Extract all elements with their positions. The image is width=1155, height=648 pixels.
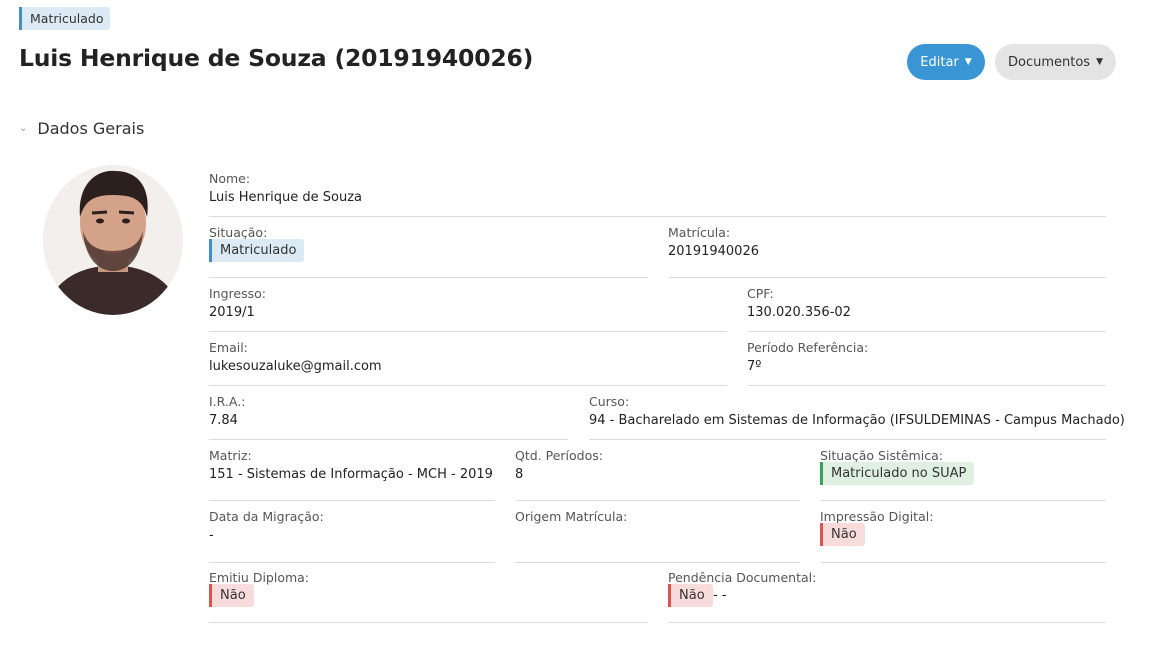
field-value: - -	[713, 588, 727, 603]
field-email: Email: lukesouzaluke@gmail.com	[209, 340, 727, 386]
status-tag: Matriculado	[19, 7, 111, 30]
field-label: I.R.A.:	[209, 394, 246, 409]
field-label: Email:	[209, 340, 248, 355]
field-label: Curso:	[589, 394, 630, 409]
field-label: Matriz:	[209, 448, 252, 463]
documents-button[interactable]: Documentos ▼	[995, 44, 1116, 80]
field-label: Qtd. Períodos:	[515, 448, 603, 463]
field-label: Matrícula:	[668, 225, 731, 240]
field-ingresso: Ingresso: 2019/1	[209, 286, 727, 332]
field-cpf: CPF: 130.020.356-02	[747, 286, 1106, 332]
field-label: Nome:	[209, 171, 251, 186]
field-origem-matricula: Origem Matrícula:	[515, 509, 800, 563]
field-value: lukesouzaluke@gmail.com	[209, 359, 382, 374]
field-value: 20191940026	[668, 244, 759, 259]
avatar-portrait	[43, 165, 183, 315]
field-curso: Curso: 94 - Bacharelado em Sistemas de I…	[589, 394, 1125, 440]
field-label: Situação:	[209, 225, 268, 240]
field-qtd-periodos: Qtd. Períodos: 8	[515, 448, 800, 501]
field-value: -	[209, 528, 214, 543]
field-value: Luis Henrique de Souza	[209, 190, 362, 205]
page-title: Luis Henrique de Souza (20191940026)	[19, 44, 534, 72]
field-value: 151 - Sistemas de Informação - MCH - 201…	[209, 467, 493, 482]
status-badge: Não	[668, 584, 713, 607]
field-data-migracao: Data da Migração: -	[209, 509, 495, 563]
status-badge: Não	[209, 584, 254, 607]
field-situacao-sistemica: Situação Sistêmica: Matriculado no SUAP	[820, 448, 1106, 501]
section-toggle-dados-gerais[interactable]: ⌄ Dados Gerais	[19, 119, 144, 138]
field-ira: I.R.A.: 7.84	[209, 394, 568, 440]
field-value: 130.020.356-02	[747, 305, 851, 320]
field-periodo-referencia: Período Referência: 7º	[747, 340, 1106, 386]
field-pendencia-documental: Pendência Documental: Não - -	[668, 570, 1106, 623]
edit-button[interactable]: Editar ▼	[907, 44, 985, 80]
section-title: Dados Gerais	[37, 119, 145, 138]
field-value: 2019/1	[209, 305, 255, 320]
field-value: 7.84	[209, 413, 238, 428]
field-label: Pendência Documental:	[668, 570, 817, 585]
status-badge: Não	[820, 523, 865, 546]
student-photo	[43, 165, 183, 315]
status-badge: Matriculado	[209, 239, 305, 262]
field-label: Data da Migração:	[209, 509, 324, 524]
chevron-down-icon: ⌄	[19, 123, 28, 134]
field-situacao: Situação: Matriculado	[209, 225, 648, 278]
field-value: 8	[515, 467, 524, 482]
field-value: 7º	[747, 359, 762, 374]
field-label: Período Referência:	[747, 340, 869, 355]
field-value: 94 - Bacharelado em Sistemas de Informaç…	[589, 413, 1125, 428]
field-label: Ingresso:	[209, 286, 266, 301]
field-matriz: Matriz: 151 - Sistemas de Informação - M…	[209, 448, 495, 501]
field-label: Origem Matrícula:	[515, 509, 628, 524]
field-label: Situação Sistêmica:	[820, 448, 943, 463]
field-label: Emitiu Diploma:	[209, 570, 310, 585]
field-matricula: Matrícula: 20191940026	[668, 225, 1106, 278]
documents-button-label: Documentos	[1008, 54, 1091, 70]
field-label: Impressão Digital:	[820, 509, 934, 524]
edit-button-label: Editar	[920, 54, 959, 70]
chevron-down-icon: ▼	[964, 56, 972, 67]
field-impressao-digital: Impressão Digital: Não	[820, 509, 1106, 563]
field-nome: Nome: Luis Henrique de Souza	[209, 171, 1106, 217]
status-badge: Matriculado no SUAP	[820, 462, 975, 485]
field-emitiu-diploma: Emitiu Diploma: Não	[209, 570, 648, 623]
field-label: CPF:	[747, 286, 774, 301]
chevron-down-icon: ▼	[1096, 56, 1103, 67]
